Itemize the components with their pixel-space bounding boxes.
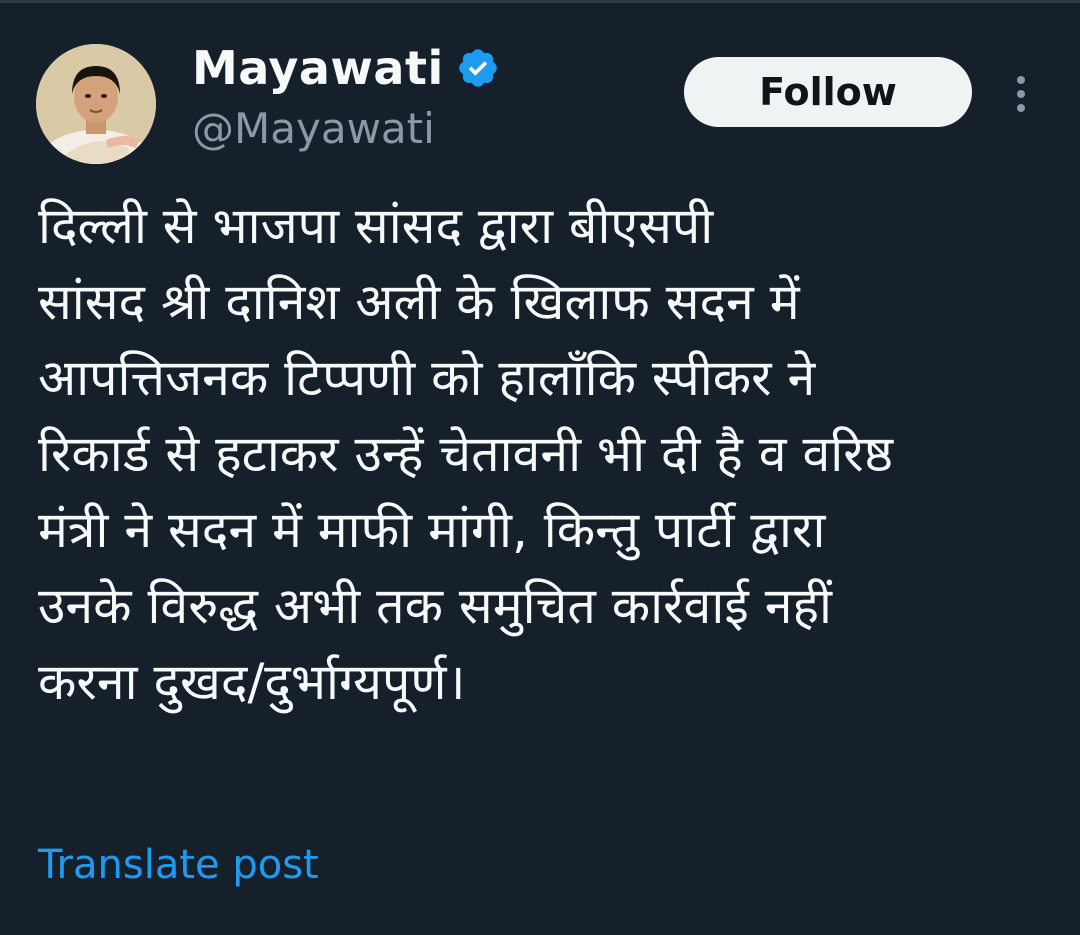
verified-badge-icon bbox=[456, 46, 500, 90]
avatar[interactable] bbox=[36, 44, 156, 164]
tweet-line: सांसद श्री दानिश अली के खिलाफ सदन में bbox=[38, 273, 800, 331]
translate-post-link[interactable]: Translate post bbox=[38, 842, 319, 888]
dot bbox=[1017, 76, 1025, 84]
tweet-line: दिल्ली से भाजपा सांसद द्वारा बीएसपी bbox=[38, 197, 714, 255]
avatar-image bbox=[36, 44, 156, 164]
tweet-line: मंत्री ने सदन में माफी मांगी, किन्तु पार… bbox=[38, 501, 826, 559]
tweet-line: रिकार्ड से हटाकर उन्हें चेतावनी भी दी है… bbox=[38, 425, 894, 483]
tweet-line: करना दुखद/दुर्भाग्यपूर्ण। bbox=[38, 653, 466, 711]
tweet-line: उनके विरुद्ध अभी तक समुचित कार्रवाई नहीं bbox=[38, 577, 832, 635]
user-handle[interactable]: @Mayawati bbox=[192, 104, 435, 153]
dot bbox=[1017, 90, 1025, 98]
follow-button[interactable]: Follow bbox=[684, 57, 972, 127]
display-name[interactable]: Mayawati bbox=[192, 41, 444, 95]
dot bbox=[1017, 104, 1025, 112]
more-options-icon[interactable] bbox=[1004, 70, 1038, 118]
tweet-line: आपत्तिजनक टिप्पणी को हालाँकि स्पीकर ने bbox=[38, 349, 816, 407]
top-divider bbox=[0, 0, 1080, 3]
tweet-text: दिल्ली से भाजपा सांसद द्वारा बीएसपी सांस… bbox=[38, 188, 1048, 720]
name-row: Mayawati bbox=[192, 40, 500, 96]
